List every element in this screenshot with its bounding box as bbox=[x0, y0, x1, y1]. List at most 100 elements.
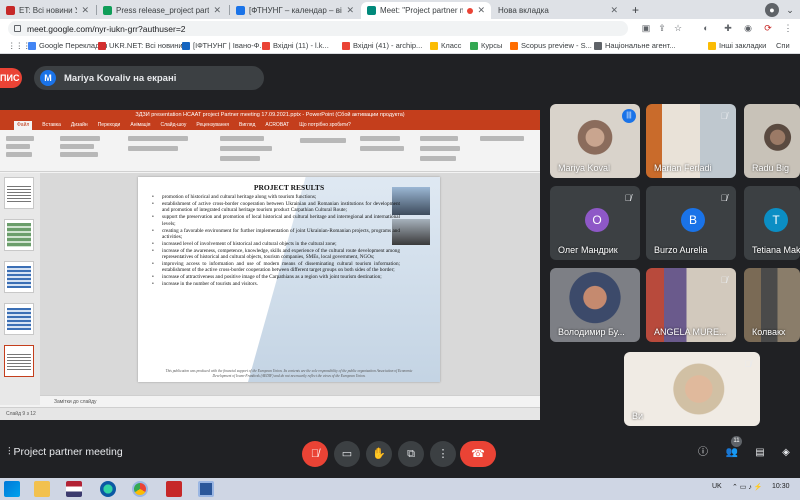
bookmark-item[interactable]: Класс bbox=[430, 41, 461, 50]
slide-thumbnail[interactable] bbox=[4, 177, 34, 209]
stop-presenting-button[interactable]: ПИС bbox=[0, 68, 22, 88]
chrome-icon[interactable] bbox=[132, 481, 148, 497]
bookmark-item[interactable]: Google Перекладач bbox=[28, 41, 107, 50]
participant-tile[interactable]: 🎙̸ ANGELA MURE... bbox=[646, 268, 736, 342]
participant-tile[interactable]: Колвакх bbox=[744, 268, 800, 342]
close-icon[interactable]: ✕ bbox=[81, 5, 89, 16]
camera-button[interactable]: ▭ bbox=[334, 441, 360, 467]
menu-item[interactable]: Вигляд bbox=[239, 121, 255, 130]
ribbon-control[interactable] bbox=[6, 144, 30, 149]
update-button[interactable]: ⟳ bbox=[762, 22, 774, 34]
camera-permission-icon[interactable]: ▣ bbox=[640, 22, 652, 34]
people-button[interactable]: 👥 bbox=[724, 445, 740, 461]
ribbon-control[interactable] bbox=[6, 136, 34, 141]
browser-tab-1[interactable]: Press release_project partner me ✕ bbox=[97, 2, 227, 19]
clock[interactable]: 10:30 bbox=[772, 483, 790, 490]
ribbon-control[interactable] bbox=[128, 136, 188, 141]
close-icon[interactable]: ✕ bbox=[213, 5, 221, 16]
more-options-button[interactable]: ⋮ bbox=[430, 441, 456, 467]
participant-name: ANGELA MURE... bbox=[654, 327, 727, 337]
slide-thumbnail[interactable] bbox=[4, 219, 34, 251]
ukrnet-icon bbox=[98, 41, 106, 50]
slide-thumbnail-selected[interactable] bbox=[4, 345, 34, 377]
self-view-tile[interactable]: 🎙̸ Ви bbox=[624, 352, 760, 426]
ribbon-control[interactable] bbox=[480, 136, 524, 141]
browser-tab-4[interactable]: Нова вкладка ✕ bbox=[492, 2, 624, 19]
bookmark-item[interactable]: Національне агент... bbox=[594, 41, 676, 50]
close-icon[interactable]: ✕ bbox=[610, 5, 618, 16]
other-bookmarks[interactable]: Інші закладки bbox=[708, 41, 766, 50]
close-icon[interactable]: ✕ bbox=[477, 5, 485, 16]
account-icon[interactable]: ◉ bbox=[742, 22, 754, 34]
ribbon-control[interactable] bbox=[420, 146, 460, 151]
browser-tab-0[interactable]: ET: Всі новини України, св ✕ bbox=[0, 2, 95, 19]
browser-tab-3-active[interactable]: Meet: "Project partner meeti ✕ bbox=[361, 2, 491, 19]
participant-tile[interactable]: ||| Mariya Koval bbox=[550, 104, 640, 178]
meeting-info-button[interactable]: ⓘ bbox=[695, 445, 711, 461]
word-icon[interactable] bbox=[198, 481, 214, 497]
participant-tile[interactable]: 🎙̸ B Burzo Aurelia bbox=[646, 186, 736, 260]
ribbon-control[interactable] bbox=[6, 152, 32, 157]
share-icon[interactable]: ⇪ bbox=[656, 22, 668, 34]
menu-item[interactable]: Рецензування bbox=[196, 121, 229, 130]
menu-item[interactable]: Переходи bbox=[98, 121, 121, 130]
chat-button[interactable]: ▤ bbox=[752, 445, 768, 461]
file-explorer-icon[interactable] bbox=[34, 481, 50, 497]
participant-tile[interactable]: Володимир Бу... bbox=[550, 268, 640, 342]
new-tab-button[interactable]: + bbox=[628, 3, 643, 17]
raise-hand-button[interactable]: ✋ bbox=[366, 441, 392, 467]
bookmark-item[interactable]: UKR.NET: Всі новини... bbox=[98, 41, 189, 50]
extension-icon[interactable]: ◐ bbox=[700, 22, 712, 34]
microphone-off-button[interactable]: 🎙̸ bbox=[302, 441, 328, 467]
slide-thumbnail[interactable] bbox=[4, 303, 34, 335]
present-screen-button[interactable]: ⧉ bbox=[398, 441, 424, 467]
extensions-puzzle-icon[interactable]: ✚ bbox=[722, 22, 734, 34]
bookmark-item[interactable]: Scopus preview - S... bbox=[510, 41, 592, 50]
antivirus-icon[interactable] bbox=[166, 481, 182, 497]
menu-item[interactable]: Слайд-шоу bbox=[160, 121, 186, 130]
slide-notes[interactable]: Замітки до слайду bbox=[40, 395, 540, 407]
menu-dots-icon[interactable]: ⋮ bbox=[782, 22, 794, 34]
tray-icons[interactable]: ⌃ ▭ ♪ ⚡ bbox=[732, 483, 763, 491]
browser-tab-2[interactable]: [ФТНУНГ – календар – вівторок ✕ bbox=[230, 2, 360, 19]
participant-tile[interactable]: 🎙̸ Marian Ferladi bbox=[646, 104, 736, 178]
ribbon-control[interactable] bbox=[220, 156, 260, 161]
participant-tile[interactable]: Radu Big bbox=[744, 104, 800, 178]
reading-list[interactable]: Спи bbox=[776, 41, 790, 50]
address-bar[interactable]: meet.google.com/nyr-iukn-grr?authuser=2 bbox=[8, 21, 628, 36]
menu-item[interactable]: Вставка bbox=[42, 121, 61, 130]
ribbon-control[interactable] bbox=[220, 146, 272, 151]
bookmark-item[interactable]: Курсы bbox=[470, 41, 502, 50]
ribbon-control[interactable] bbox=[60, 152, 98, 157]
ribbon-control[interactable] bbox=[360, 146, 404, 151]
ribbon-control[interactable] bbox=[300, 138, 346, 143]
participant-tile[interactable]: T Tetiana Mak bbox=[744, 186, 800, 260]
menu-item[interactable]: Анімація bbox=[130, 121, 150, 130]
end-call-button[interactable]: ☎ bbox=[460, 441, 496, 467]
ribbon-control[interactable] bbox=[420, 156, 456, 161]
bookmark-item[interactable]: Вхідні (11) - l.k... bbox=[262, 41, 329, 50]
activities-button[interactable]: ◈ bbox=[778, 445, 794, 461]
bookmark-item[interactable]: [ІФТНУНГ | Івано-Ф... bbox=[182, 41, 266, 50]
bookmark-item[interactable]: Вхідні (41) - archip... bbox=[342, 41, 422, 50]
ribbon-control[interactable] bbox=[60, 144, 94, 149]
close-icon[interactable]: ✕ bbox=[346, 5, 354, 16]
ribbon-control[interactable] bbox=[420, 136, 458, 141]
menu-item[interactable]: Що потрібно зробити? bbox=[299, 121, 351, 130]
star-icon[interactable]: ☆ bbox=[672, 22, 684, 34]
profile-avatar[interactable]: ● bbox=[765, 3, 779, 17]
menu-item[interactable]: Дизайн bbox=[71, 121, 88, 130]
keyboard-language[interactable]: UK bbox=[712, 483, 722, 490]
participant-tile[interactable]: 🎙̸ O Олег Мандрик bbox=[550, 186, 640, 260]
chevron-down-icon[interactable]: ⌄ bbox=[783, 3, 797, 17]
menu-item[interactable]: ACROBAT bbox=[265, 121, 289, 130]
menu-item[interactable]: Файл bbox=[14, 121, 33, 130]
windows-start-icon[interactable] bbox=[4, 481, 20, 497]
ribbon-control[interactable] bbox=[60, 136, 100, 141]
ribbon-control[interactable] bbox=[220, 136, 264, 141]
language-flag-icon[interactable] bbox=[66, 481, 82, 497]
ribbon-control[interactable] bbox=[360, 136, 400, 141]
slide-thumbnail[interactable] bbox=[4, 261, 34, 293]
edge-icon[interactable] bbox=[100, 481, 116, 497]
ribbon-control[interactable] bbox=[128, 146, 178, 151]
